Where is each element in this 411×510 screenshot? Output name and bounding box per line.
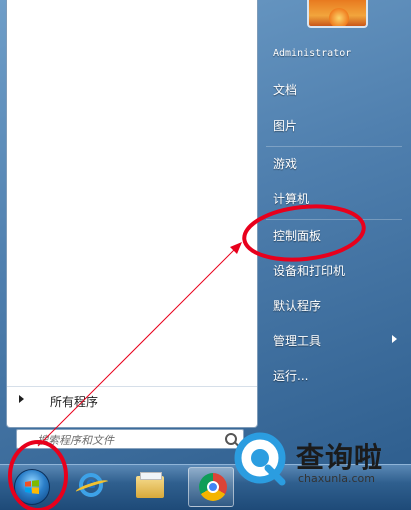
menu-item-devices-printers[interactable]: 设备和打印机 bbox=[273, 262, 345, 279]
start-menu-left-pane: 所有程序 bbox=[6, 0, 258, 428]
all-programs-label: 所有程序 bbox=[50, 395, 99, 409]
user-avatar[interactable] bbox=[307, 0, 368, 28]
menu-item-computer[interactable]: 计算机 bbox=[273, 190, 309, 207]
menu-item-pictures[interactable]: 图片 bbox=[273, 117, 297, 134]
folder-icon bbox=[136, 472, 164, 498]
menu-item-documents[interactable]: 文档 bbox=[273, 81, 297, 98]
search-input[interactable]: 搜索程序和文件 bbox=[16, 429, 244, 449]
flower-icon bbox=[329, 8, 349, 26]
taskbar-app-explorer[interactable] bbox=[126, 467, 172, 507]
watermark-title: 查询啦 bbox=[296, 441, 384, 474]
menu-separator bbox=[266, 219, 402, 220]
menu-item-games[interactable]: 游戏 bbox=[273, 155, 297, 172]
start-button[interactable] bbox=[14, 469, 50, 505]
menu-item-default-programs[interactable]: 默认程序 bbox=[273, 297, 321, 314]
menu-item-control-panel[interactable]: 控制面板 bbox=[273, 227, 321, 244]
user-name[interactable]: Administrator bbox=[273, 48, 351, 59]
taskbar-app-chrome[interactable] bbox=[188, 467, 234, 507]
menu-item-run[interactable]: 运行... bbox=[273, 367, 308, 384]
submenu-arrow-icon bbox=[392, 335, 397, 343]
windows-logo-icon bbox=[25, 480, 39, 494]
internet-explorer-icon: e bbox=[79, 473, 103, 497]
triangle-right-icon bbox=[19, 395, 24, 403]
chrome-icon bbox=[199, 473, 227, 501]
taskbar-app-ie[interactable]: e bbox=[68, 467, 114, 507]
menu-item-admin-tools[interactable]: 管理工具 bbox=[273, 332, 321, 349]
watermark-url: chaxunla.com bbox=[298, 472, 375, 485]
menu-separator bbox=[266, 146, 402, 147]
all-programs-button[interactable]: 所有程序 bbox=[7, 386, 257, 414]
search-placeholder: 搜索程序和文件 bbox=[37, 434, 114, 447]
